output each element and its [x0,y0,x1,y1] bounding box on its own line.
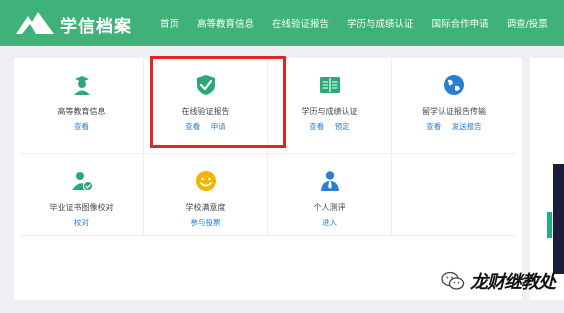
wechat-icon [441,271,465,290]
card-links: 进入 [268,217,391,228]
card-title: 高等教育信息 [57,107,106,116]
nav-home[interactable]: 首页 [160,16,179,30]
book-icon [319,77,340,93]
page: 学信档案 首页 高等教育信息 在线验证报告 学历与成绩认证 国际合作申请 调查/… [0,0,564,313]
nav-degree-certification[interactable]: 学历与成绩认证 [347,16,414,30]
view-link[interactable]: 查看 [309,122,324,131]
card-certificate-proofread[interactable]: 毕业证书图像校对 校对 [20,154,144,236]
card-links: 校对 [20,217,143,228]
card-links: 查看 [20,121,143,132]
card-title: 学历与成绩认证 [301,107,358,116]
brand-title[interactable]: 学信档案 [60,12,132,37]
card-overseas-report[interactable]: 留学认证报告传输 查看 发送报告 [392,58,516,154]
top-nav: 首页 高等教育信息 在线验证报告 学历与成绩认证 国际合作申请 调查/投票 职业 [160,0,564,46]
card-links: 查看 预定 [268,121,391,132]
graduate-icon [73,76,90,95]
card-title: 毕业证书图像校对 [49,203,114,212]
card-title: 学校满意度 [185,203,226,212]
card-school-satisfaction[interactable]: 学校满意度 参与投票 [144,154,268,236]
user-check-icon [71,172,93,191]
empty-cell [392,154,516,236]
person-tie-icon [320,171,339,191]
card-degree-certification[interactable]: 学历与成绩认证 查看 预定 [268,58,392,154]
enter-link[interactable]: 进入 [322,218,337,227]
view-link[interactable]: 查看 [74,122,89,131]
watermark-text: 龙财继教处 [470,272,556,293]
nav-higher-education[interactable]: 高等教育信息 [197,16,254,30]
nav-international[interactable]: 国际合作申请 [432,16,489,30]
nav-survey[interactable]: 调查/投票 [507,16,548,30]
card-links: 查看 发送报告 [392,121,516,132]
proofread-link[interactable]: 校对 [74,218,89,227]
card-links: 参与投票 [144,217,267,228]
highlight-box [150,56,286,148]
globe-icon [444,75,464,95]
logo-icon[interactable] [14,10,56,36]
card-title: 留学认证报告传输 [422,107,486,116]
send-report-link[interactable]: 发送报告 [452,122,482,131]
card-title: 个人测评 [313,203,346,212]
side-accent-strip [547,212,552,238]
smiley-icon [195,171,216,191]
view-link[interactable]: 查看 [426,122,441,131]
watermark: 龙财继教处 [440,258,564,304]
card-personal-assessment[interactable]: 个人测评 进入 [268,154,392,236]
card-higher-education[interactable]: 高等教育信息 查看 [20,58,144,154]
header: 学信档案 首页 高等教育信息 在线验证报告 学历与成绩认证 国际合作申请 调查/… [0,0,564,46]
vote-link[interactable]: 参与投票 [191,218,221,227]
nav-online-verification[interactable]: 在线验证报告 [272,16,329,30]
reserve-link[interactable]: 预定 [335,122,350,131]
